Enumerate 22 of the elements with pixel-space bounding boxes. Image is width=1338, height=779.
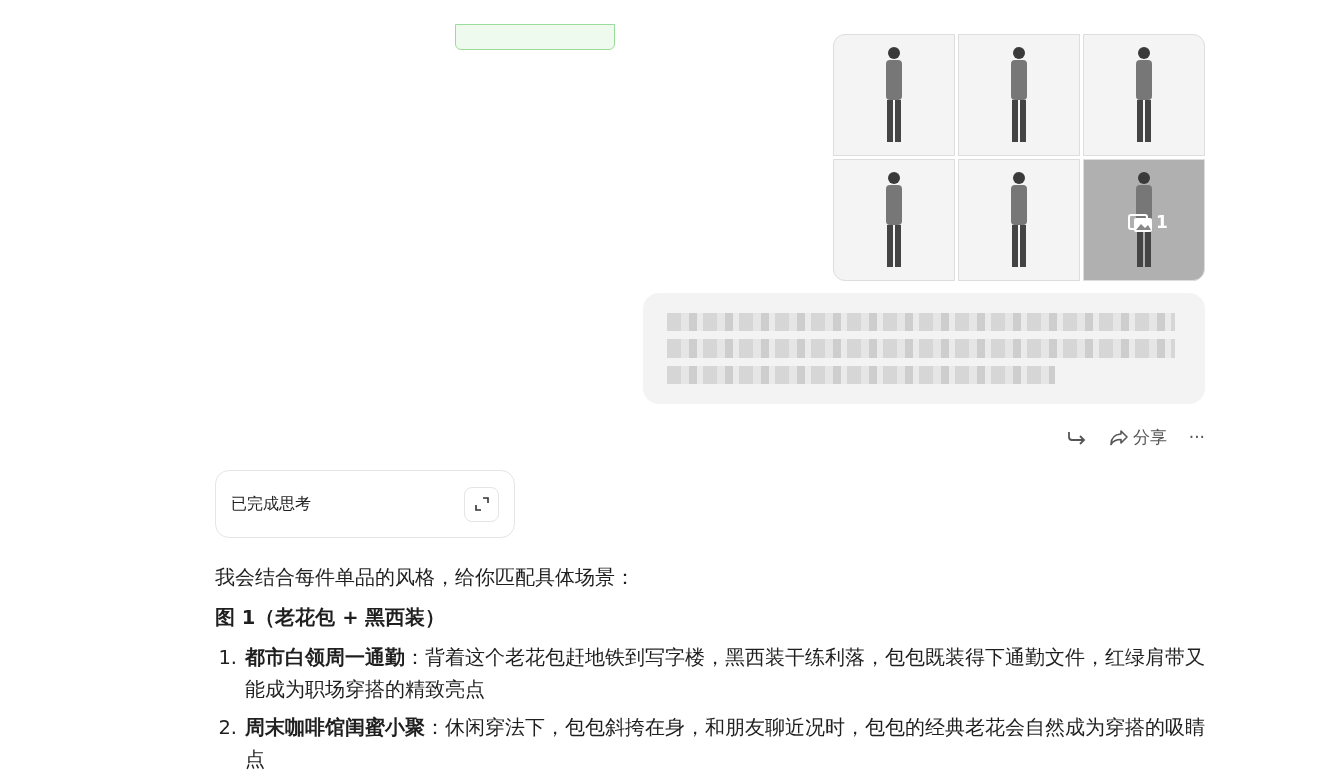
- more-button[interactable]: ···: [1188, 425, 1205, 451]
- images-icon: [1128, 211, 1154, 234]
- photo-placeholder[interactable]: [958, 34, 1080, 156]
- thinking-status: 已完成思考: [231, 493, 311, 515]
- photo-placeholder[interactable]: [958, 159, 1080, 281]
- list-item-text: 都市白领周一通勤：背着这个老花包赶地铁到写字楼，黑西装干练利落，包包既装得下通勤文件，红绿肩带又能成为职场穿搭的精致亮点: [245, 645, 1205, 703]
- reply-arrow-icon: [1066, 430, 1087, 446]
- photo-placeholder[interactable]: [1083, 34, 1205, 156]
- photo-placeholder[interactable]: [833, 159, 955, 281]
- list-item-text: 周末咖啡馆闺蜜小聚：休闲穿法下，包包斜挎在身，和朋友聊近况时，包包的经典老花会自然成为穿搭的吸睛点: [245, 715, 1205, 773]
- more-count: 1: [1156, 211, 1168, 234]
- share-button[interactable]: 分享: [1108, 425, 1167, 451]
- intro-text: 我会结合每件单品的风格，给你匹配具体场景：: [215, 565, 636, 591]
- expand-button[interactable]: [464, 486, 499, 522]
- section-heading: 图 1（老花包 + 黑西装）: [215, 605, 447, 631]
- thinking-card[interactable]: 已完成思考: [215, 470, 515, 538]
- list-number: 2.: [217, 715, 237, 741]
- reply-button[interactable]: [1066, 430, 1087, 446]
- photo-placeholder[interactable]: [833, 34, 955, 156]
- list-number: 1.: [217, 645, 237, 671]
- share-icon: [1108, 429, 1129, 447]
- expand-icon: [473, 496, 490, 512]
